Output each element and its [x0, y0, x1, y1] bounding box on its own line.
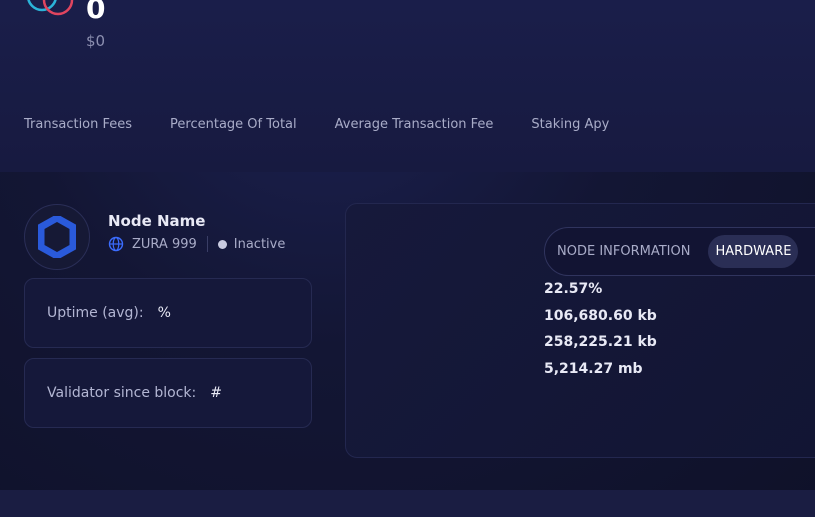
validator-card: Validator since block: # [24, 358, 312, 428]
tab-node-information[interactable]: NODE INFORMATION [557, 244, 690, 259]
globe-icon [108, 236, 124, 252]
header-area: 0 $0 Transaction Fees Percentage Of Tota… [0, 0, 815, 172]
hardware-value: 106,680.60 kb [544, 307, 657, 324]
tab-percentage-of-total[interactable]: Percentage Of Total [170, 117, 297, 132]
tab-staking-apy[interactable]: Staking Apy [531, 117, 609, 132]
tab-transaction-fees[interactable]: Transaction Fees [24, 117, 132, 132]
status-dot-icon [217, 239, 227, 249]
uptime-value: % [157, 305, 171, 321]
usd-value: $0 [86, 32, 106, 50]
info-tab-switcher: NODE INFORMATION HARDWARE [544, 227, 815, 276]
hardware-value: 22.57% [544, 281, 603, 297]
hardware-value: 258,225.21 kb [544, 334, 657, 351]
hardware-value: 5,214.27 mb [544, 360, 643, 377]
tab-hardware[interactable]: HARDWARE [708, 235, 799, 268]
divider [206, 236, 208, 252]
hardware-values: 22.57% 106,680.60 kb 258,225.21 kb 5,214… [544, 280, 657, 386]
stat-tabs: Transaction Fees Percentage Of Total Ave… [24, 117, 647, 132]
validator-label: Validator since block: [47, 385, 197, 401]
brand-logo-icon [27, 0, 74, 16]
node-avatar [24, 204, 90, 270]
balance-value: 0 [86, 0, 106, 25]
tab-average-transaction-fee[interactable]: Average Transaction Fee [335, 117, 494, 132]
node-meta: ZURA 999 Inactive [108, 236, 285, 252]
uptime-label: Uptime (avg): [47, 305, 144, 321]
node-status: Inactive [233, 236, 286, 252]
uptime-card: Uptime (avg): % [24, 278, 312, 348]
node-network: ZURA 999 [132, 236, 197, 252]
chainlink-hexagon-icon [38, 216, 76, 258]
node-name: Node Name [108, 212, 206, 230]
bottom-section [0, 490, 815, 517]
validator-value: # [210, 385, 222, 401]
